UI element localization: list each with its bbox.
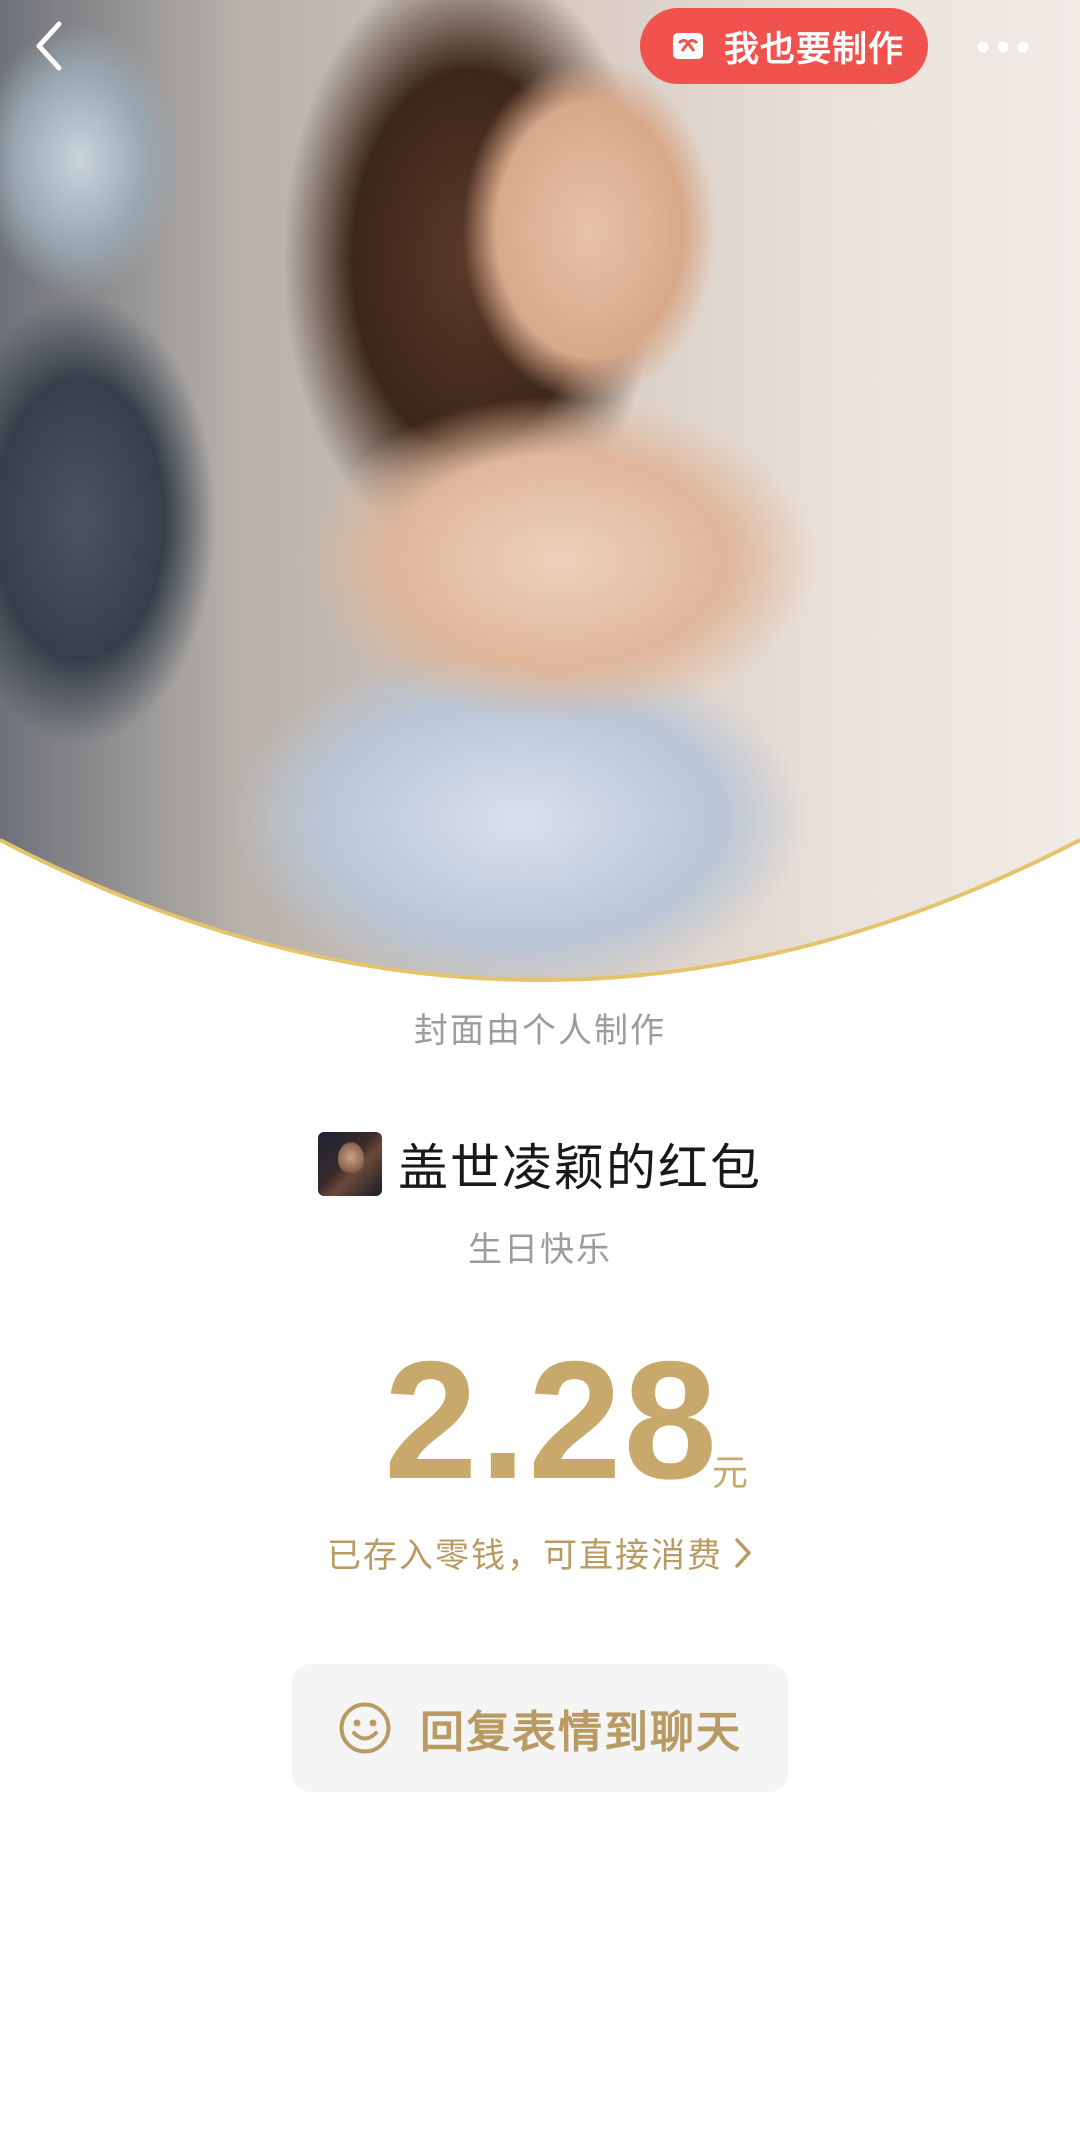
cover-curve bbox=[0, 838, 1080, 990]
chevron-right-icon bbox=[733, 1536, 753, 1570]
back-button[interactable] bbox=[24, 16, 72, 76]
gift-icon bbox=[670, 28, 706, 64]
make-cover-button[interactable]: 我也要制作 bbox=[640, 8, 928, 84]
make-cover-label: 我也要制作 bbox=[724, 29, 905, 70]
sender-row: 盖世凌颖的红包 bbox=[0, 1128, 1080, 1200]
deposit-link[interactable]: 已存入零钱，可直接消费 bbox=[0, 1528, 1080, 1577]
red-packet-detail-page: 我也要制作 封面由个人制作 盖世凌颖的红包 生日快乐 2.28 元 已存入零钱，… bbox=[0, 0, 1080, 2143]
deposit-text: 已存入零钱，可直接消费 bbox=[327, 1536, 723, 1576]
amount-row: 2.28 元 bbox=[0, 1326, 1080, 1514]
sender-avatar[interactable] bbox=[318, 1132, 382, 1196]
cover-image-area bbox=[0, 0, 1080, 990]
smile-icon bbox=[338, 1701, 392, 1755]
cover-note: 封面由个人制作 bbox=[414, 1011, 666, 1051]
back-chevron-icon bbox=[36, 21, 62, 71]
sender-name: 盖世凌颖的红包 bbox=[398, 1139, 762, 1197]
more-options-button[interactable] bbox=[968, 20, 1038, 74]
reply-sticker-button[interactable]: 回复表情到聊天 bbox=[292, 1664, 788, 1792]
reply-sticker-label: 回复表情到聊天 bbox=[420, 1707, 742, 1758]
more-dots-icon bbox=[977, 41, 1029, 53]
currency-unit: 元 bbox=[712, 1453, 749, 1494]
greeting-message: 生日快乐 bbox=[468, 1230, 612, 1270]
amount-value: 2.28 bbox=[384, 1326, 719, 1514]
